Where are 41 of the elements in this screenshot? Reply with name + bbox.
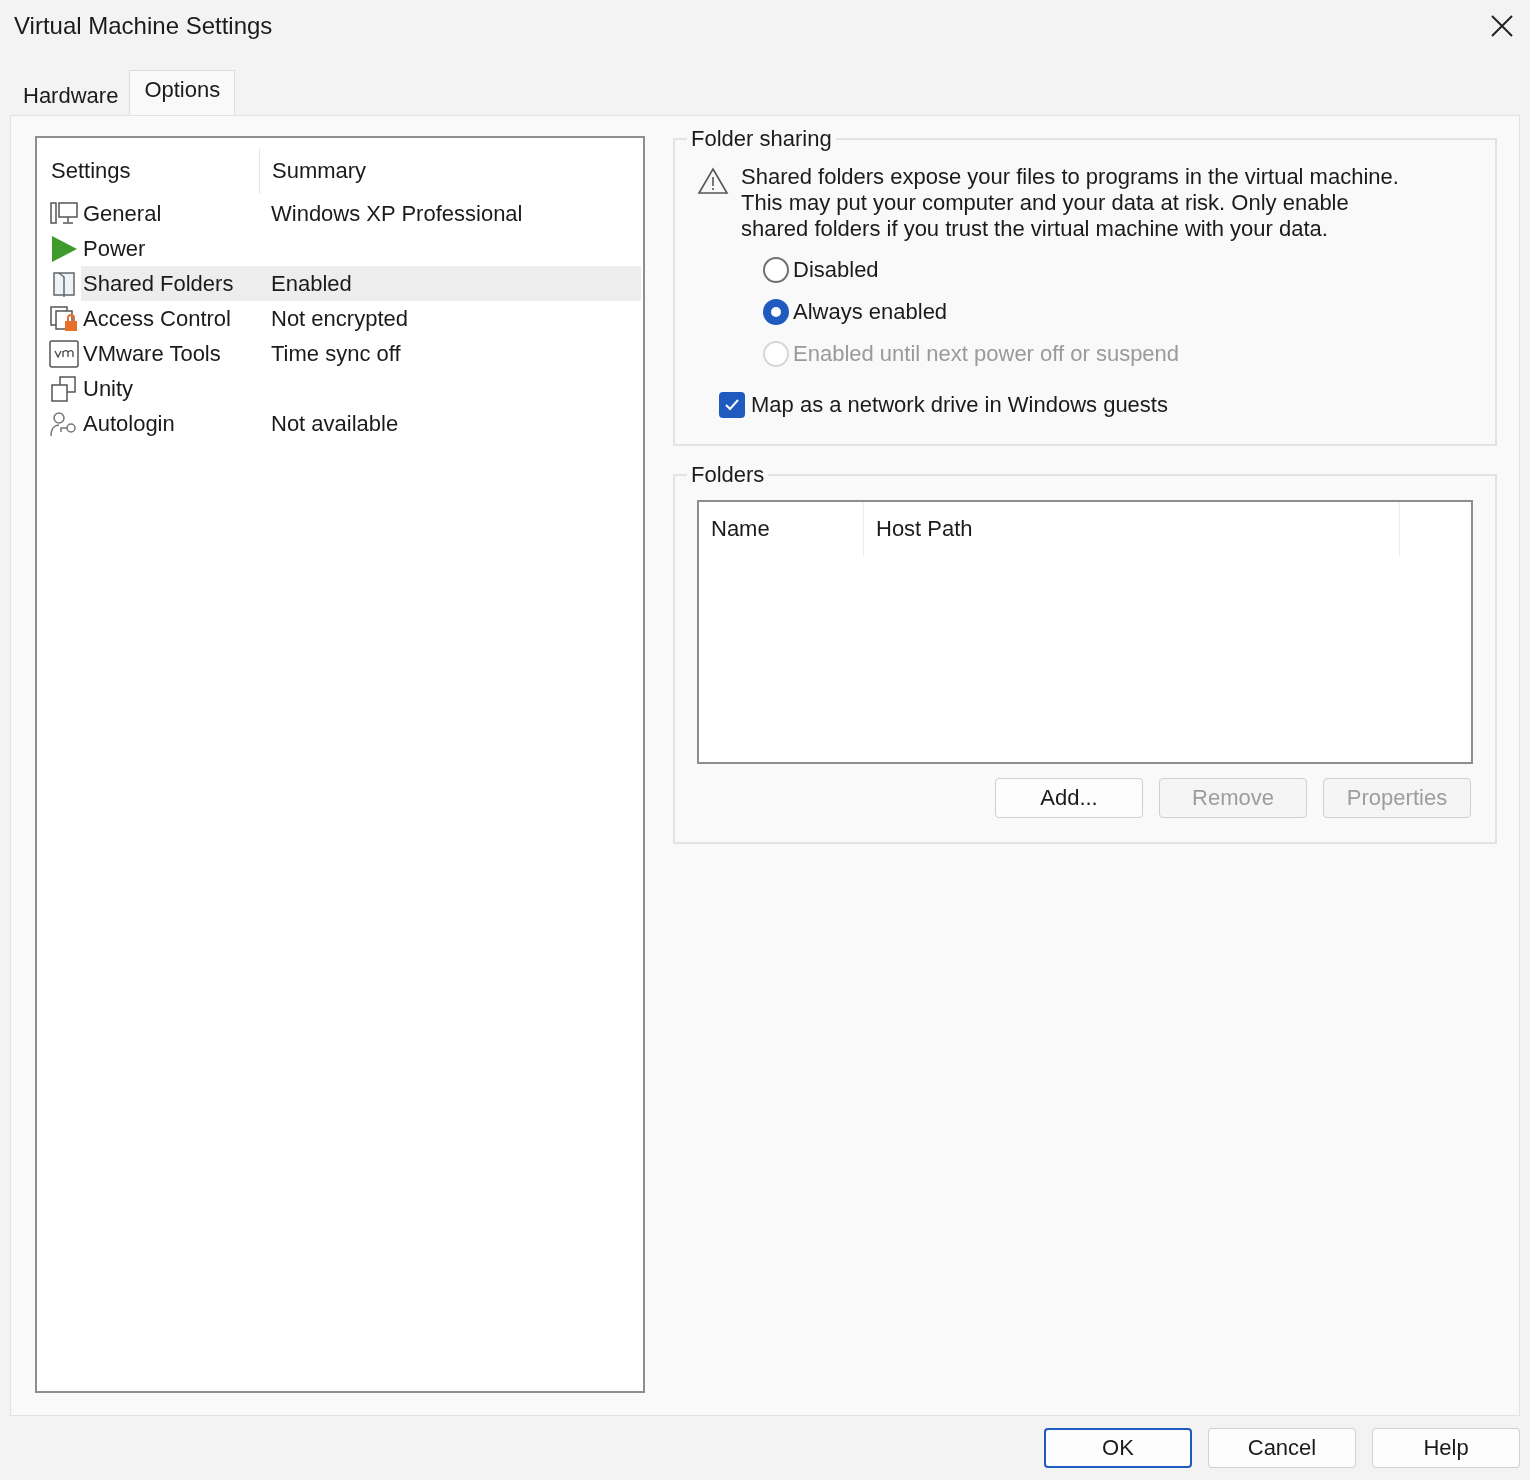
radio-option[interactable]: Always enabled (763, 298, 1475, 326)
warning-icon (697, 166, 729, 196)
column-header[interactable]: Name (699, 502, 863, 556)
lock-icon (49, 304, 79, 333)
checkmark-icon (724, 398, 740, 412)
settings-row[interactable]: Access Control Not encrypted (39, 301, 641, 336)
settings-row[interactable]: Unity (39, 371, 641, 406)
vm-icon (49, 339, 79, 368)
map-drive-checkbox[interactable]: Map as a network drive in Windows guests (719, 392, 1475, 418)
setting-name: Power (83, 235, 146, 262)
play-icon (49, 234, 79, 263)
windows-icon (49, 374, 79, 403)
setting-summary: Not available (270, 410, 400, 437)
folder-button[interactable]: Add... (995, 778, 1143, 818)
column-header[interactable]: Host Path (863, 502, 1399, 556)
settings-row[interactable]: Power (39, 231, 641, 266)
settings-row[interactable]: VMware Tools Time sync off (39, 336, 641, 371)
setting-summary: Time sync off (270, 340, 402, 367)
dialog-button[interactable]: Help (1372, 1428, 1520, 1468)
window-title: Virtual Machine Settings (14, 12, 273, 40)
setting-name: Autologin (83, 410, 175, 437)
dialog-button[interactable]: OK (1044, 1428, 1192, 1468)
setting-name: General (83, 200, 162, 227)
setting-name: Unity (83, 375, 134, 402)
setting-summary: Windows XP Professional (270, 200, 524, 227)
setting-name: Access Control (83, 305, 231, 332)
settings-row[interactable]: Autologin Not available (39, 406, 641, 441)
setting-summary: Enabled (270, 270, 353, 297)
radio-option[interactable]: Disabled (763, 256, 1475, 284)
user-key-icon (49, 409, 79, 438)
tab[interactable]: Options (129, 70, 236, 115)
setting-name: Shared Folders (83, 270, 234, 297)
column-header[interactable]: Settings (39, 148, 259, 194)
setting-summary: Not encrypted (270, 305, 409, 332)
column-header[interactable]: Summary (259, 148, 641, 194)
warning-text: Shared folders expose your files to programs in the virtual machine. This may put your computer and your data at risk. Only enable shared folders if you trust the virtual machine with your data. (741, 164, 1400, 242)
dialog-button[interactable]: Cancel (1208, 1428, 1356, 1468)
tab[interactable]: Hardware (12, 74, 130, 115)
setting-name: VMware Tools (83, 340, 221, 367)
settings-row[interactable]: General Windows XP Professional (39, 196, 641, 231)
close-icon (1490, 14, 1514, 38)
